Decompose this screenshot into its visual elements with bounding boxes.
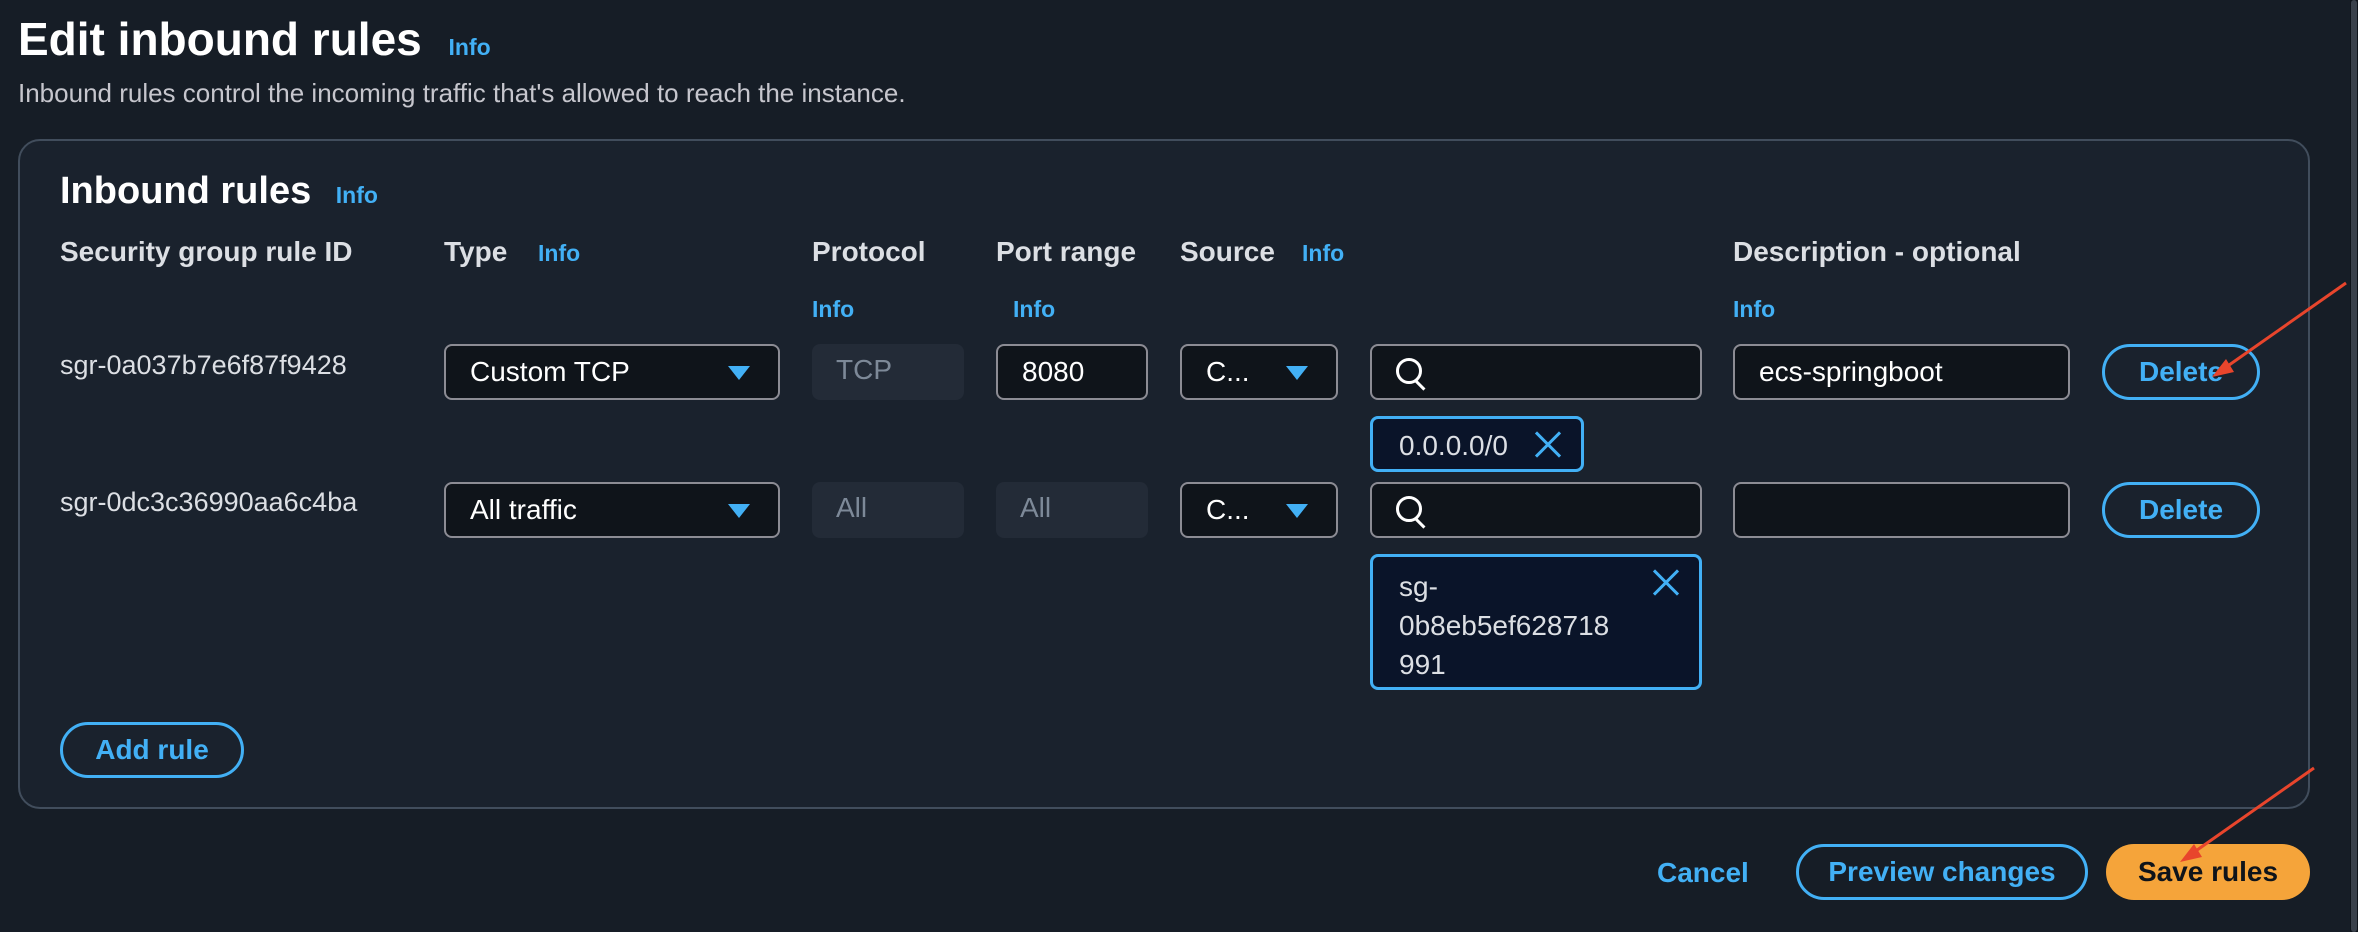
annotation-arrow: [2180, 766, 2315, 862]
annotation-arrows: [2180, 281, 2347, 862]
annotation-arrow: [2212, 281, 2347, 377]
